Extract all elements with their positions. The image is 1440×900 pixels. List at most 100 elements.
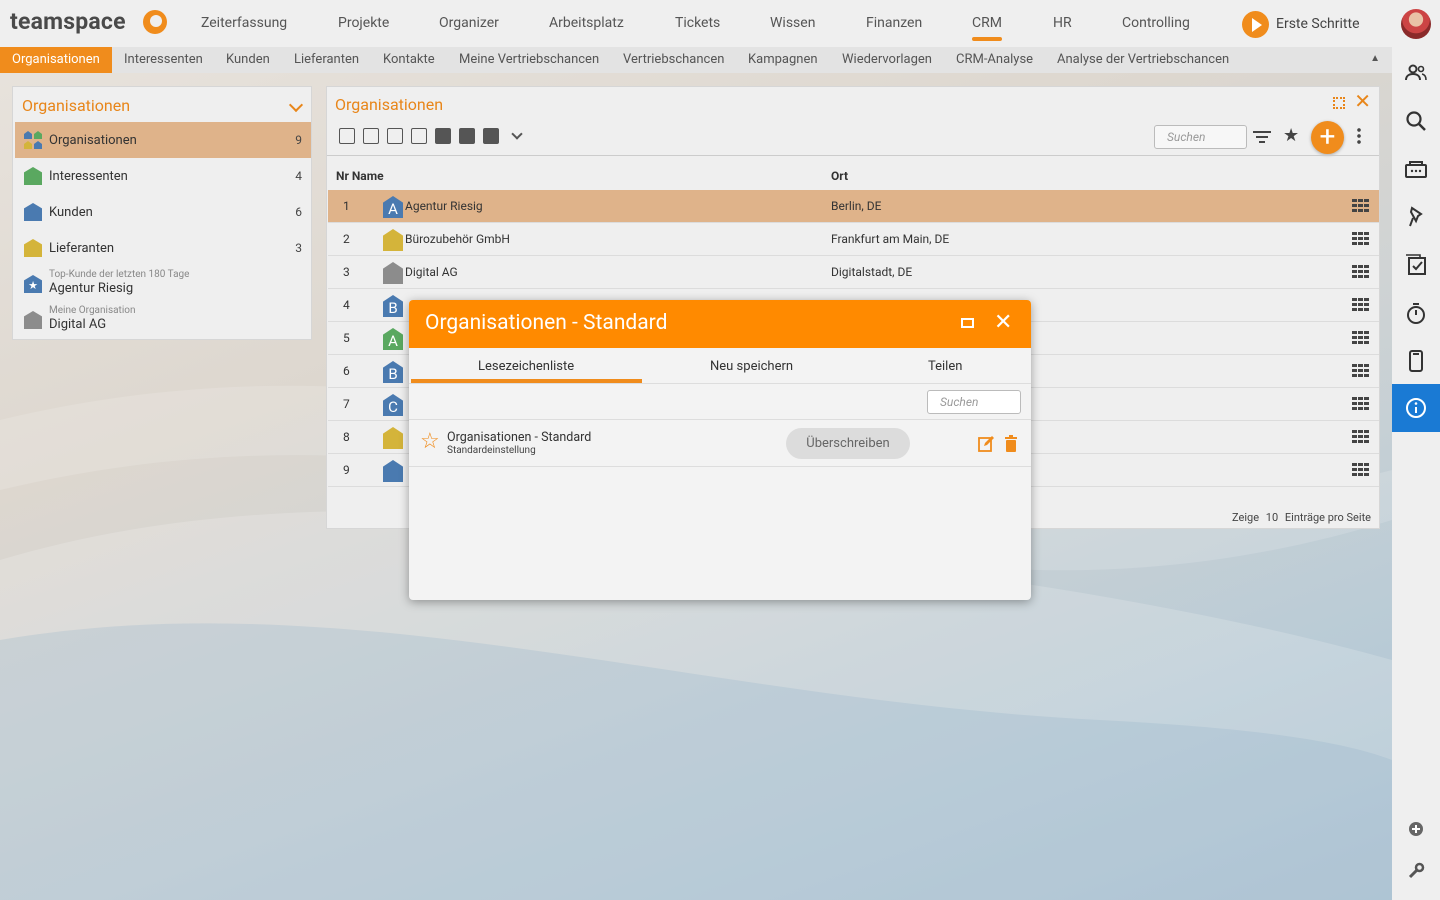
delete-icon[interactable]: [1005, 435, 1017, 452]
calendar-week-icon[interactable]: [459, 128, 475, 144]
more-options-icon[interactable]: [1357, 127, 1361, 145]
row-nr: 4: [343, 298, 350, 312]
chevron-down-icon[interactable]: [511, 128, 523, 140]
panel-title: Organisationen: [335, 95, 444, 114]
nav-crm[interactable]: CRM: [972, 15, 1002, 41]
nav-finanzen[interactable]: Finanzen: [866, 15, 922, 31]
row-menu-icon[interactable]: [1352, 199, 1370, 212]
calendar-day-icon[interactable]: [435, 128, 451, 144]
tab-neu-speichern[interactable]: Neu speichern: [710, 359, 793, 374]
favorite-star-icon[interactable]: ★: [1283, 125, 1299, 146]
timer-icon[interactable]: [1392, 289, 1440, 337]
edit-icon[interactable]: [978, 435, 995, 452]
subnav-analyse-vertriebschancen[interactable]: Analyse der Vertriebschancen: [1057, 47, 1229, 73]
collapse-up-icon[interactable]: ▲: [1370, 53, 1380, 64]
top-kunde-link[interactable]: ★ Top-Kunde der letzten 180 Tage Agentur…: [15, 266, 311, 302]
row-menu-icon[interactable]: [1352, 430, 1370, 443]
navigator-item-organisationen[interactable]: Organisationen 9: [15, 122, 311, 158]
star-house-icon: ★: [24, 275, 42, 293]
view-toolbar: [339, 128, 523, 144]
navigator-item-lieferanten[interactable]: Lieferanten 3: [15, 230, 311, 266]
calendar-month-icon[interactable]: [483, 128, 499, 144]
navigator-item-count: 6: [295, 205, 302, 219]
row-avatar-icon: [383, 262, 403, 284]
nav-hr[interactable]: HR: [1053, 15, 1072, 31]
row-name: Agentur Riesig: [405, 199, 483, 213]
row-menu-icon[interactable]: [1352, 463, 1370, 476]
tab-teilen[interactable]: Teilen: [928, 359, 962, 374]
maximize-icon[interactable]: [1333, 97, 1345, 109]
contacts-icon[interactable]: [1392, 49, 1440, 97]
subnav-interessenten[interactable]: Interessenten: [124, 47, 203, 73]
page-size-select[interactable]: 10: [1266, 511, 1278, 524]
filter-icon[interactable]: [1253, 130, 1271, 144]
subnav-wiedervorlagen[interactable]: Wiedervorlagen: [842, 47, 932, 73]
subnav-kampagnen[interactable]: Kampagnen: [748, 47, 818, 73]
nav-wissen[interactable]: Wissen: [770, 15, 815, 31]
mobile-icon[interactable]: [1392, 337, 1440, 385]
add-widget-icon[interactable]: [1392, 805, 1440, 853]
star-outline-icon[interactable]: ☆: [420, 431, 440, 453]
row-menu-icon[interactable]: [1352, 364, 1370, 377]
nav-organizer[interactable]: Organizer: [439, 15, 499, 31]
teamspace-logo[interactable]: teamspace: [10, 8, 126, 35]
row-avatar-icon: A: [383, 328, 403, 350]
info-icon[interactable]: [1392, 384, 1440, 432]
navigator-item-label: Kunden: [49, 204, 93, 220]
detail-view-icon[interactable]: [363, 128, 379, 144]
nav-tickets[interactable]: Tickets: [675, 15, 720, 31]
bookmark-divider: [409, 466, 1031, 467]
navigator-item-kunden[interactable]: Kunden 6: [15, 194, 311, 230]
subnav-vertriebschancen[interactable]: Vertriebschancen: [623, 47, 724, 73]
nav-projekte[interactable]: Projekte: [338, 15, 389, 31]
navigator-item-interessenten[interactable]: Interessenten 4: [15, 158, 311, 194]
meine-organisation-link[interactable]: Meine Organisation Digital AG: [15, 302, 311, 338]
row-menu-icon[interactable]: [1352, 331, 1370, 344]
subnav-crm-analyse[interactable]: CRM-Analyse: [956, 47, 1033, 73]
subnav-kunden[interactable]: Kunden: [226, 47, 270, 73]
kunden-icon: [24, 203, 42, 221]
bookmark-name[interactable]: Organisationen - Standard: [447, 430, 591, 445]
subnav-kontakte[interactable]: Kontakte: [383, 47, 435, 73]
erste-schritte-button[interactable]: Erste Schritte: [1242, 10, 1360, 38]
row-ort: Frankfurt am Main, DE: [831, 232, 950, 246]
column-header-nr-name[interactable]: Nr Name: [336, 169, 384, 183]
nav-controlling[interactable]: Controlling: [1122, 15, 1190, 31]
search-icon[interactable]: [1392, 97, 1440, 145]
row-ort: Digitalstadt, DE: [831, 265, 913, 279]
tile-view-icon[interactable]: [387, 128, 403, 144]
wrench-icon[interactable]: [1392, 847, 1440, 895]
inbox-icon[interactable]: [1392, 145, 1440, 193]
tasks-icon[interactable]: [1392, 241, 1440, 289]
row-nr: 9: [343, 463, 350, 477]
add-organisation-button[interactable]: +: [1311, 121, 1344, 154]
chevron-down-icon[interactable]: [288, 97, 304, 113]
table-row[interactable]: 2 Bürozubehör GmbH Frankfurt am Main, DE: [328, 223, 1379, 256]
list-search-input[interactable]: Suchen: [1154, 125, 1247, 149]
restore-window-icon[interactable]: [961, 318, 974, 328]
subnav-lieferanten[interactable]: Lieferanten: [294, 47, 359, 73]
list-view-icon[interactable]: [339, 128, 355, 144]
subnav-meine-vertriebschancen[interactable]: Meine Vertriebschancen: [459, 47, 599, 73]
navigator-item-label: Organisationen: [49, 132, 137, 148]
close-icon[interactable]: ✕: [1354, 91, 1371, 111]
table-row[interactable]: 3 Digital AG Digitalstadt, DE: [328, 256, 1379, 289]
pin-icon[interactable]: [1392, 193, 1440, 241]
bookmark-search-input[interactable]: Suchen: [927, 390, 1021, 414]
tab-lesezeichenliste[interactable]: Lesezeichenliste: [478, 359, 574, 374]
subnav-organisationen[interactable]: Organisationen: [0, 47, 112, 73]
table-divider: [327, 155, 1379, 156]
lieferanten-icon: [24, 239, 42, 257]
table-row[interactable]: 1 A Agentur Riesig Berlin, DE: [328, 190, 1379, 223]
row-menu-icon[interactable]: [1352, 298, 1370, 311]
close-icon[interactable]: ✕: [994, 311, 1012, 335]
row-menu-icon[interactable]: [1352, 265, 1370, 278]
user-avatar[interactable]: [1401, 9, 1431, 39]
column-header-ort[interactable]: Ort: [831, 169, 848, 183]
nav-zeiterfassung[interactable]: Zeiterfassung: [201, 15, 287, 31]
overwrite-button[interactable]: Überschreiben: [786, 428, 910, 459]
nav-arbeitsplatz[interactable]: Arbeitsplatz: [549, 15, 624, 31]
row-menu-icon[interactable]: [1352, 397, 1370, 410]
chart-view-icon[interactable]: [411, 128, 427, 144]
row-menu-icon[interactable]: [1352, 232, 1370, 245]
